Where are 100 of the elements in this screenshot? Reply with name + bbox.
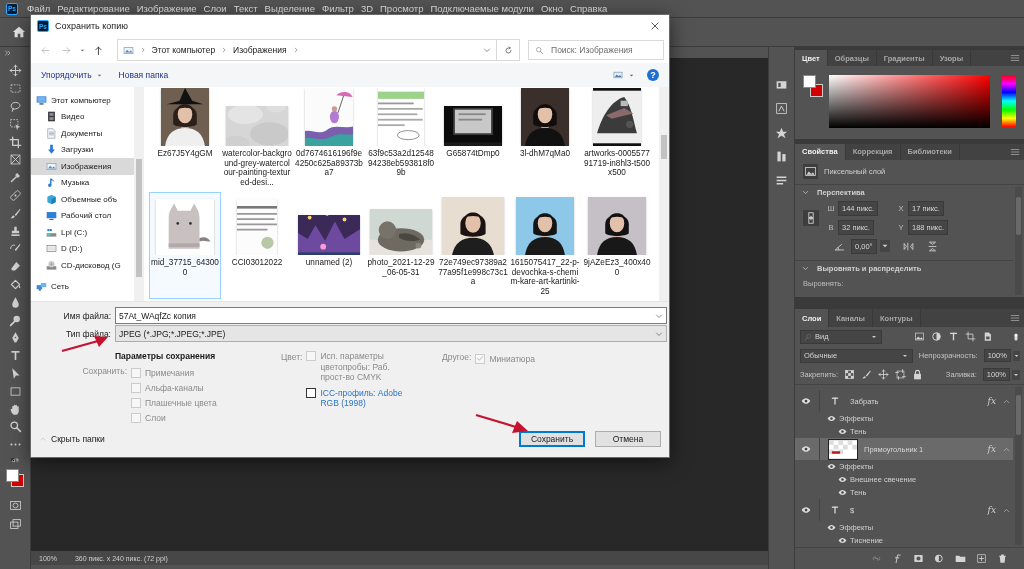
menu-item[interactable]: 3D bbox=[360, 3, 374, 14]
file-item[interactable]: CCI03012022 bbox=[221, 192, 293, 299]
lock-artboard-icon[interactable] bbox=[895, 369, 906, 380]
menu-item[interactable]: Изображение bbox=[136, 3, 197, 14]
nav-item[interactable]: Этот компьютер bbox=[31, 92, 134, 109]
path-segment[interactable]: Этот компьютер bbox=[151, 45, 216, 55]
file-item[interactable]: 63f9c53a2d1254894238eb593818f09b bbox=[365, 87, 437, 192]
panel-icon[interactable] bbox=[775, 174, 788, 187]
file-item[interactable]: 72e749ec97389a277a95f1e998c73c1a bbox=[437, 192, 509, 299]
zoom-icon[interactable] bbox=[8, 420, 22, 434]
stamp-icon[interactable] bbox=[8, 224, 22, 238]
nav-item[interactable]: Изображения bbox=[31, 158, 134, 175]
menu-item[interactable]: Справка bbox=[570, 3, 608, 14]
file-name-field[interactable]: 57At_WAqfZc копия bbox=[115, 307, 667, 324]
selection-icon[interactable] bbox=[8, 117, 22, 131]
eye-icon[interactable] bbox=[827, 523, 836, 532]
file-item[interactable]: Ez67J5Y4gGM bbox=[149, 87, 221, 192]
menu-item[interactable]: Подключаемые модули bbox=[430, 3, 534, 14]
close-icon[interactable] bbox=[650, 21, 660, 31]
nav-item[interactable]: Рабочий стол bbox=[31, 207, 134, 224]
up-icon[interactable] bbox=[92, 44, 104, 56]
nav-item[interactable]: Загрузки bbox=[31, 141, 134, 158]
save-button[interactable]: Сохранить bbox=[519, 431, 585, 447]
dropdown-icon[interactable] bbox=[1012, 350, 1020, 361]
eye-icon[interactable] bbox=[827, 462, 836, 471]
panel-icon[interactable] bbox=[775, 126, 788, 139]
menu-icon[interactable] bbox=[1010, 146, 1020, 157]
address-bar[interactable]: Этот компьютер Изображения bbox=[116, 39, 498, 61]
nav-item[interactable]: Объемные объ bbox=[31, 191, 134, 208]
file-item[interactable]: unnamed (2) bbox=[293, 192, 365, 299]
menu-item[interactable]: Окно bbox=[540, 3, 563, 14]
eyedropper-icon[interactable] bbox=[8, 171, 22, 185]
menu-item[interactable]: Файл bbox=[27, 3, 51, 14]
menu-item[interactable]: Выделение bbox=[264, 3, 315, 14]
eye-icon[interactable] bbox=[838, 536, 847, 545]
file-item[interactable]: 3l-dhM7qMa0 bbox=[509, 87, 581, 192]
lock-paint-icon[interactable] bbox=[861, 369, 872, 380]
new-layer-icon[interactable] bbox=[976, 553, 987, 564]
scrollbar[interactable] bbox=[1015, 186, 1022, 295]
checkbox[interactable] bbox=[306, 387, 317, 398]
eye-icon[interactable] bbox=[801, 505, 811, 515]
trash-icon[interactable] bbox=[997, 553, 1008, 564]
mask-icon[interactable] bbox=[913, 553, 924, 564]
expand-icon[interactable] bbox=[4, 49, 12, 57]
menu-item[interactable]: Слои bbox=[203, 3, 227, 14]
panel-icon[interactable] bbox=[775, 150, 788, 163]
profile-link[interactable]: ICC-профиль: Adobe RGB (1998) bbox=[320, 387, 417, 409]
file-item[interactable]: 1615075417_22-p-devochka-s-chemim-kare-art-kartinki-25 bbox=[509, 192, 581, 299]
eye-icon[interactable] bbox=[838, 427, 847, 436]
type-filter-icon[interactable] bbox=[948, 331, 959, 342]
file-item[interactable]: 9jAZeEz3_400x400 bbox=[581, 192, 653, 299]
dodge-icon[interactable] bbox=[8, 313, 22, 327]
path-segment[interactable]: Изображения bbox=[233, 45, 287, 55]
hide-folders-button[interactable]: Скрыть папки bbox=[39, 434, 105, 444]
dropdown-icon[interactable] bbox=[879, 240, 890, 253]
lock-position-icon[interactable] bbox=[878, 369, 889, 380]
nav-item[interactable]: Видео bbox=[31, 108, 134, 125]
menu-item[interactable]: Фильтр bbox=[321, 3, 354, 14]
link-icon[interactable] bbox=[803, 209, 819, 226]
scrollbar[interactable] bbox=[134, 87, 144, 301]
shape-filter-icon[interactable] bbox=[965, 331, 976, 342]
scrollbar[interactable] bbox=[659, 87, 669, 301]
file-item[interactable]: mid_37715_643000 bbox=[149, 192, 221, 299]
home-icon[interactable] bbox=[12, 25, 26, 39]
eye-icon[interactable] bbox=[838, 475, 847, 484]
nav-item[interactable]: CD-дисковод (G bbox=[31, 257, 134, 274]
nav-item[interactable]: D (D:) bbox=[31, 240, 134, 257]
layer-style-icon[interactable] bbox=[892, 553, 903, 564]
cancel-button[interactable]: Отмена bbox=[595, 431, 661, 447]
move-icon[interactable] bbox=[8, 64, 22, 78]
color-field[interactable] bbox=[829, 75, 990, 128]
smart-object-filter-icon[interactable] bbox=[982, 331, 993, 342]
eye-icon[interactable] bbox=[838, 488, 847, 497]
color-swatches[interactable] bbox=[803, 75, 823, 97]
brush-icon[interactable] bbox=[8, 206, 22, 220]
panel-icon[interactable] bbox=[775, 78, 788, 91]
file-item[interactable]: 0d7674616196f9e4250c625a89373ba7 bbox=[293, 87, 365, 192]
adjustment-icon[interactable] bbox=[934, 553, 945, 564]
menu-item[interactable]: Просмотр bbox=[380, 3, 424, 14]
rectangle-icon[interactable] bbox=[8, 384, 22, 398]
image-filter-icon[interactable] bbox=[914, 331, 925, 342]
screen-mode-icon[interactable] bbox=[8, 517, 22, 531]
crop-icon[interactable] bbox=[8, 135, 22, 149]
help-button[interactable]: ? bbox=[647, 69, 659, 81]
file-item[interactable]: watercolor-background-grey-watercolour-painting-textured-desi... bbox=[221, 87, 293, 192]
lock-pixels-icon[interactable] bbox=[844, 369, 855, 380]
eye-icon[interactable] bbox=[827, 414, 836, 423]
eye-icon[interactable] bbox=[801, 444, 811, 454]
quick-mask-icon[interactable] bbox=[8, 498, 22, 512]
file-type-select[interactable]: JPEG (*.JPG;*.JPEG;*.JPE) bbox=[115, 325, 667, 342]
adjustment-filter-icon[interactable] bbox=[931, 331, 942, 342]
lasso-icon[interactable] bbox=[8, 100, 22, 113]
file-item[interactable]: photo_2021-12-29_06-05-31 bbox=[365, 192, 437, 299]
menu-icon[interactable] bbox=[1010, 313, 1020, 323]
menu-item[interactable]: Текст bbox=[233, 3, 258, 14]
color-swatches[interactable] bbox=[6, 468, 24, 487]
search-field[interactable]: Поиск: Изображения bbox=[528, 40, 664, 60]
organize-button[interactable]: Упорядочить bbox=[37, 68, 107, 82]
eye-icon[interactable] bbox=[801, 396, 811, 406]
marquee-icon[interactable] bbox=[8, 82, 22, 96]
